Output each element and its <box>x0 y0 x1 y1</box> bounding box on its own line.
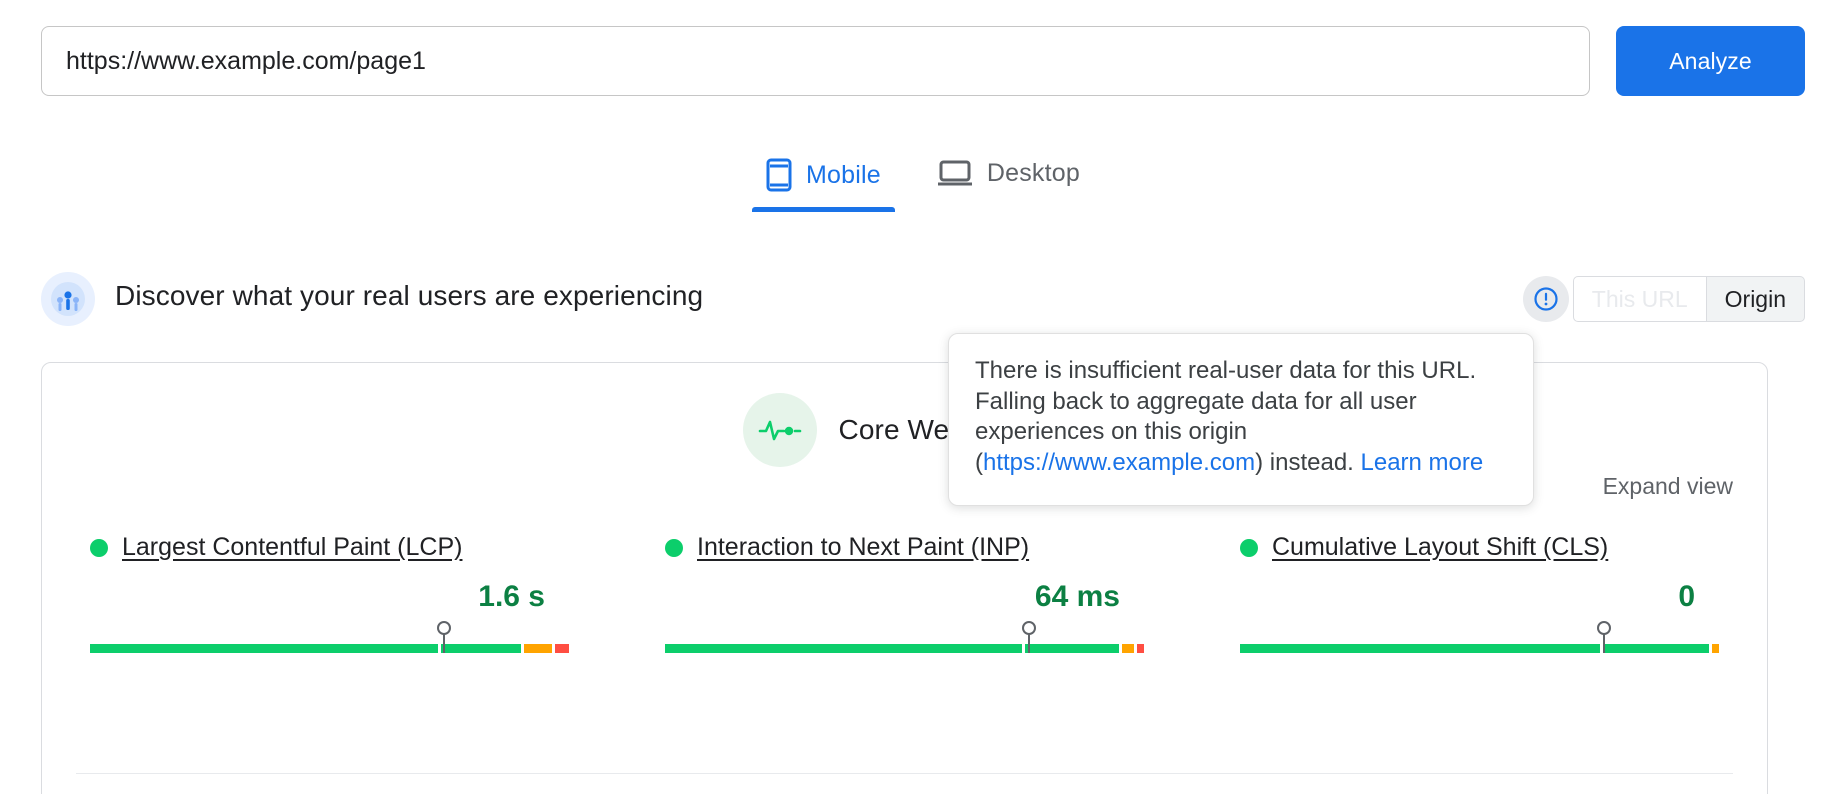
metric-lcp-header: Largest Contentful Paint (LCP) <box>90 533 569 562</box>
mobile-phone-icon <box>766 158 792 192</box>
bar-segment-poor <box>554 644 569 653</box>
bar-segment-good-remainder <box>1602 644 1709 653</box>
tab-mobile-label: Mobile <box>806 160 881 189</box>
tab-desktop-label: Desktop <box>986 158 1080 187</box>
metric-inp: Interaction to Next Paint (INP) 64 ms <box>617 533 1192 656</box>
analyze-button[interactable]: Analyze <box>1616 26 1805 96</box>
bar-segment-needs-improvement <box>1711 644 1719 653</box>
bar-segment-needs-improvement <box>523 644 552 653</box>
metric-inp-marker <box>1028 630 1031 653</box>
scope-this-url-button[interactable]: This URL <box>1572 276 1707 322</box>
status-badge <box>90 538 108 557</box>
tooltip-text-after: ) instead. <box>1255 449 1361 477</box>
metric-inp-label[interactable]: Interaction to Next Paint (INP) <box>697 533 1029 562</box>
tab-desktop[interactable]: Desktop <box>909 152 1108 208</box>
url-entry-row: Analyze <box>0 0 1846 115</box>
bar-segment-good <box>1240 644 1600 653</box>
metric-cls-value: 0 <box>1678 580 1695 613</box>
metric-inp-bar <box>665 630 1144 656</box>
metric-inp-value: 64 ms <box>1034 580 1120 613</box>
tab-active-indicator <box>752 207 895 212</box>
scope-toggle-group: This URL Origin <box>1522 268 1805 330</box>
card-divider <box>76 773 1733 774</box>
scope-segmented-control: This URL Origin <box>1572 276 1805 322</box>
scope-origin-button[interactable]: Origin <box>1706 276 1805 322</box>
metric-cls-label[interactable]: Cumulative Layout Shift (CLS) <box>1272 533 1608 562</box>
url-input[interactable] <box>41 26 1590 96</box>
metric-lcp-value: 1.6 s <box>478 580 545 613</box>
bar-segment-good <box>90 644 438 653</box>
metric-cls-marker <box>1603 630 1606 653</box>
metrics-row: Largest Contentful Paint (LCP) 1.6 s Int… <box>42 533 1767 656</box>
insufficient-data-tooltip: There is insufficient real-user data for… <box>948 333 1534 506</box>
status-badge <box>665 538 683 557</box>
tab-mobile[interactable]: Mobile <box>738 152 909 212</box>
page-title: Discover what your real users are experi… <box>115 280 704 311</box>
tooltip-learn-more-link[interactable]: Learn more <box>1361 449 1484 476</box>
device-tabs: Mobile Desktop <box>0 152 1846 232</box>
metric-lcp: Largest Contentful Paint (LCP) 1.6 s <box>42 533 617 656</box>
metric-inp-header: Interaction to Next Paint (INP) <box>665 533 1144 562</box>
metric-cls-bar <box>1240 630 1719 656</box>
tooltip-origin-link[interactable]: https://www.example.com <box>983 449 1255 476</box>
metric-lcp-bar <box>90 630 569 656</box>
metric-lcp-label[interactable]: Largest Contentful Paint (LCP) <box>122 533 462 562</box>
bar-segment-needs-improvement <box>1122 644 1134 653</box>
info-exclamation-icon[interactable] <box>1522 276 1569 322</box>
laptop-icon <box>937 158 973 188</box>
field-data-section-header: Discover what your real users are experi… <box>0 268 1846 338</box>
metric-lcp-marker <box>443 630 446 653</box>
bar-segment-poor <box>1136 644 1144 653</box>
bar-segment-good-remainder <box>440 644 521 653</box>
bar-segment-good <box>665 644 1023 653</box>
expand-view-button[interactable]: Expand view <box>1603 473 1733 500</box>
metric-cls: Cumulative Layout Shift (CLS) 0 <box>1192 533 1767 656</box>
pulse-heartbeat-icon <box>742 393 817 467</box>
field-data-users-icon <box>41 272 95 326</box>
bar-segment-good-remainder <box>1025 644 1120 653</box>
metric-cls-header: Cumulative Layout Shift (CLS) <box>1240 533 1719 562</box>
pagespeed-insights-page: Analyze Mobile Desktop <box>0 0 1846 794</box>
status-badge <box>1240 538 1258 557</box>
